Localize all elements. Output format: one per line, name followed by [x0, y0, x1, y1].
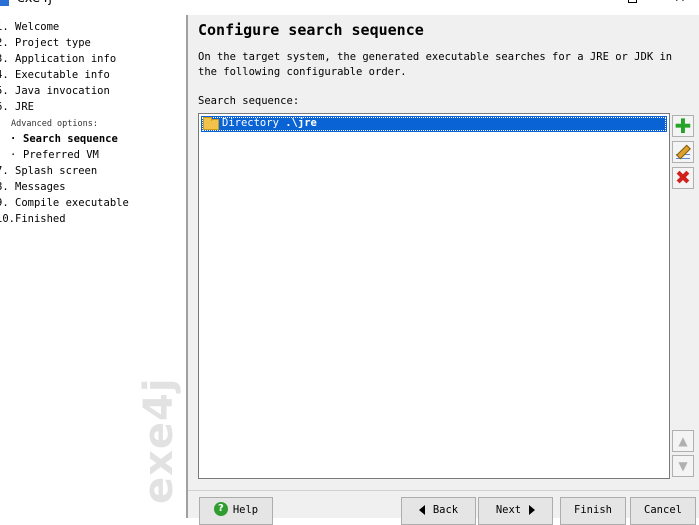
step-finished[interactable]: 10.Finished: [0, 213, 66, 225]
main-panel: Configure search sequence On the target …: [188, 15, 699, 525]
back-button[interactable]: Back: [401, 497, 476, 525]
step-search-sequence[interactable]: · Search sequence: [10, 133, 118, 145]
search-sequence-list[interactable]: Directory .\jre: [198, 113, 670, 479]
arrow-right-icon: [529, 505, 536, 515]
folder-icon: [203, 117, 219, 130]
button-bar-separator: [188, 490, 699, 491]
step-java-invocation[interactable]: 5.Java invocation: [0, 85, 110, 97]
move-down-icon: ▼: [678, 459, 688, 473]
step-messages[interactable]: 8.Messages: [0, 181, 66, 193]
step-application-info[interactable]: 3.Application info: [0, 53, 116, 65]
arrow-left-icon: [418, 505, 425, 515]
add-icon: ✚: [674, 114, 692, 138]
delete-icon: ✖: [675, 167, 691, 189]
title-bar: exe4j ✕: [0, 0, 699, 8]
close-icon[interactable]: ✕: [674, 0, 686, 5]
step-splash-screen[interactable]: 7.Splash screen: [0, 165, 97, 177]
next-button[interactable]: Next: [478, 497, 553, 525]
page-title: Configure search sequence: [198, 21, 424, 39]
move-down-button[interactable]: ▼: [672, 455, 694, 477]
step-project-type[interactable]: 2.Project type: [0, 37, 91, 49]
search-sequence-label: Search sequence:: [198, 95, 300, 107]
help-icon: ?: [213, 502, 228, 516]
add-entry-button[interactable]: ✚: [672, 114, 694, 138]
window-title: exe4j: [17, 0, 52, 6]
list-item-text: Directory .\jre: [222, 117, 317, 129]
cancel-button[interactable]: Cancel: [630, 497, 696, 525]
maximize-icon[interactable]: [628, 0, 637, 3]
move-up-icon: ▲: [678, 434, 688, 448]
help-button[interactable]: ? Help: [199, 497, 273, 525]
edit-entry-button[interactable]: [672, 141, 694, 163]
finish-button[interactable]: Finish: [560, 497, 626, 525]
step-welcome[interactable]: 1.Welcome: [0, 21, 59, 33]
page-description: On the target system, the generated exec…: [198, 51, 673, 78]
exe4j-watermark-logo: exe4j: [136, 377, 182, 504]
list-item[interactable]: Directory .\jre: [201, 116, 667, 132]
step-executable-info[interactable]: 4.Executable info: [0, 69, 110, 81]
step-jre[interactable]: 6.JRE: [0, 101, 34, 113]
delete-entry-button[interactable]: ✖: [672, 167, 694, 189]
move-up-button[interactable]: ▲: [672, 430, 694, 452]
app-icon: [0, 0, 9, 6]
wizard-steps-sidebar: 1.Welcome 2.Project type 3.Application i…: [0, 8, 186, 518]
step-preferred-vm[interactable]: · Preferred VM: [10, 149, 99, 161]
advanced-options-label: Advanced options:: [11, 119, 98, 129]
step-compile-executable[interactable]: 9.Compile executable: [0, 197, 129, 209]
